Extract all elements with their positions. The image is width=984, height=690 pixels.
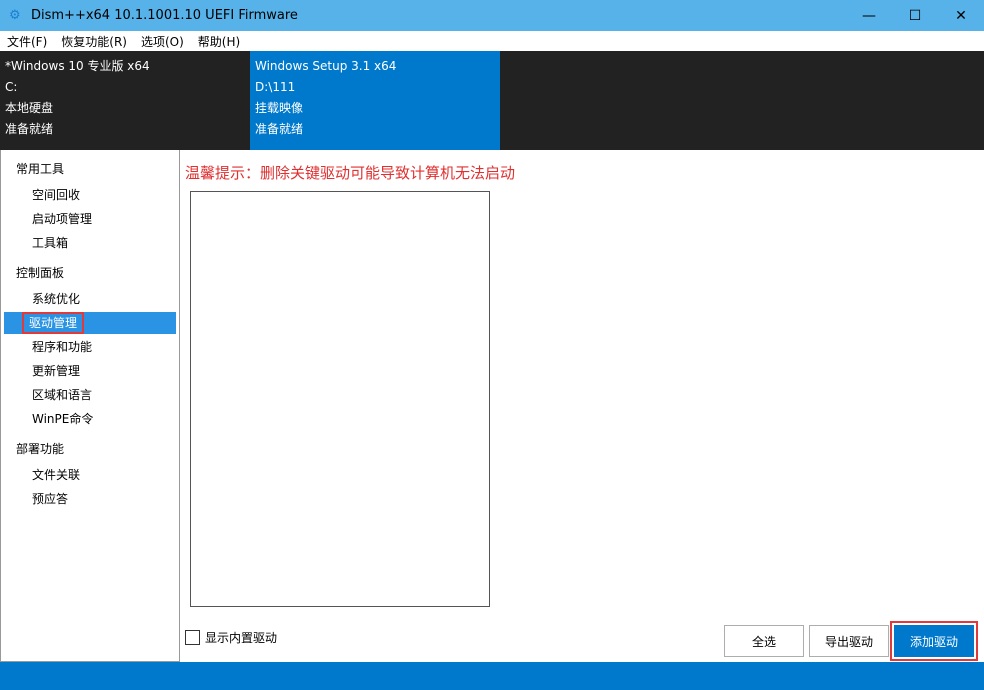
sidebar-section: 控制面板 (1, 260, 179, 286)
export-driver-button[interactable]: 导出驱动 (809, 625, 889, 657)
window-title: Dism++x64 10.1.1001.10 UEFI Firmware (31, 8, 298, 23)
sidebar-item-region[interactable]: 区域和语言 (4, 384, 176, 406)
sidebar-item-file-assoc[interactable]: 文件关联 (4, 464, 176, 486)
select-all-button[interactable]: 全选 (724, 625, 804, 657)
checkbox-box[interactable] (185, 630, 200, 645)
maximize-button[interactable]: ☐ (892, 0, 938, 31)
session-bar: *Windows 10 专业版 x64 C: 本地硬盘 准备就绪 Windows… (0, 51, 984, 150)
menu-help[interactable]: 帮助(H) (191, 33, 247, 50)
show-builtin-checkbox[interactable]: 显示内置驱动 (185, 629, 277, 646)
session-type: 本地硬盘 (5, 99, 245, 120)
session-status: 准备就绪 (5, 120, 245, 141)
menu-file[interactable]: 文件(F) (0, 33, 54, 50)
sidebar-item-drivers[interactable]: 驱动管理 (4, 312, 176, 334)
app-gear-icon: ⚙ (9, 8, 25, 24)
sidebar-item-answer-file[interactable]: 预应答 (4, 488, 176, 510)
session-name: Windows Setup 3.1 x64 (255, 57, 495, 78)
sidebar-item-optimize[interactable]: 系统优化 (4, 288, 176, 310)
add-driver-button[interactable]: 添加驱动 (894, 625, 974, 657)
sidebar-section: 部署功能 (1, 436, 179, 462)
driver-list[interactable] (190, 191, 490, 607)
close-button[interactable]: ✕ (938, 0, 984, 31)
menu-options[interactable]: 选项(O) (134, 33, 191, 50)
warning-text: 温馨提示：删除关键驱动可能导致计算机无法启动 (185, 162, 515, 183)
session-name: *Windows 10 专业版 x64 (5, 57, 245, 78)
minimize-button[interactable]: — (846, 0, 892, 31)
sidebar-item-label: 驱动管理 (26, 316, 80, 330)
title-bar: ⚙ Dism++x64 10.1.1001.10 UEFI Firmware —… (0, 0, 984, 31)
status-bar (0, 662, 984, 690)
sidebar-item-space-reclaim[interactable]: 空间回收 (4, 184, 176, 206)
sidebar: 常用工具 空间回收 启动项管理 工具箱 控制面板 系统优化 驱动管理 程序和功能… (0, 150, 180, 662)
sidebar-item-winpe[interactable]: WinPE命令 (4, 408, 176, 430)
session-path: C: (5, 78, 245, 99)
sidebar-item-toolbox[interactable]: 工具箱 (4, 232, 176, 254)
session-type: 挂载映像 (255, 99, 495, 120)
sidebar-item-updates[interactable]: 更新管理 (4, 360, 176, 382)
menu-restore[interactable]: 恢复功能(R) (54, 33, 134, 50)
checkbox-label: 显示内置驱动 (205, 629, 277, 646)
sidebar-item-programs[interactable]: 程序和功能 (4, 336, 176, 358)
sidebar-item-startup[interactable]: 启动项管理 (4, 208, 176, 230)
session-status: 准备就绪 (255, 120, 495, 141)
session-path: D:\111 (255, 78, 495, 99)
session-local[interactable]: *Windows 10 专业版 x64 C: 本地硬盘 准备就绪 (0, 51, 250, 150)
menu-bar: 文件(F) 恢复功能(R) 选项(O) 帮助(H) (0, 31, 984, 51)
session-mounted[interactable]: Windows Setup 3.1 x64 D:\111 挂载映像 准备就绪 (250, 51, 500, 150)
sidebar-section: 常用工具 (1, 156, 179, 182)
